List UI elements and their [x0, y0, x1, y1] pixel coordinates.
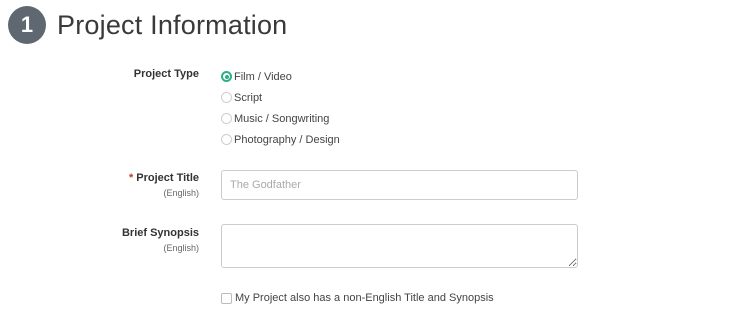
radio-unselected-icon[interactable]	[221, 113, 232, 124]
radio-label-music-songwriting: Music / Songwriting	[234, 112, 330, 125]
radio-option-script[interactable]: Script	[221, 87, 340, 108]
radio-unselected-icon[interactable]	[221, 92, 232, 103]
non-english-checkbox-row[interactable]: My Project also has a non-English Title …	[221, 292, 494, 304]
brief-synopsis-label: Brief Synopsis	[121, 227, 199, 239]
project-type-label: Project Type	[133, 68, 199, 80]
radio-option-photography-design[interactable]: Photography / Design	[221, 129, 340, 150]
radio-label-film-video: Film / Video	[234, 70, 292, 83]
project-title-input[interactable]	[221, 170, 578, 200]
project-title-sublabel: (English)	[163, 188, 199, 198]
project-title-label-group: * Project Title (English)	[129, 172, 199, 198]
brief-synopsis-label-group: Brief Synopsis (English)	[122, 227, 199, 253]
radio-option-music-songwriting[interactable]: Music / Songwriting	[221, 108, 340, 129]
section-title: Project Information	[57, 9, 288, 40]
brief-synopsis-sublabel: (English)	[163, 243, 199, 253]
project-title-label: Project Title	[136, 172, 199, 184]
radio-selected-icon[interactable]	[221, 71, 232, 82]
required-asterisk: *	[128, 172, 134, 184]
radio-label-photography-design: Photography / Design	[234, 133, 340, 146]
radio-label-script: Script	[234, 91, 263, 104]
non-english-checkbox-label: My Project also has a non-English Title …	[235, 292, 494, 304]
brief-synopsis-textarea[interactable]	[221, 224, 578, 268]
step-number-badge: 1	[8, 6, 46, 44]
checkbox-unchecked-icon[interactable]	[221, 292, 232, 304]
project-type-radio-group: Film / Video Script Music / Songwriting …	[221, 66, 340, 150]
radio-unselected-icon[interactable]	[221, 134, 232, 145]
radio-option-film-video[interactable]: Film / Video	[221, 66, 340, 87]
section-header: 1 Project Information	[8, 6, 287, 44]
